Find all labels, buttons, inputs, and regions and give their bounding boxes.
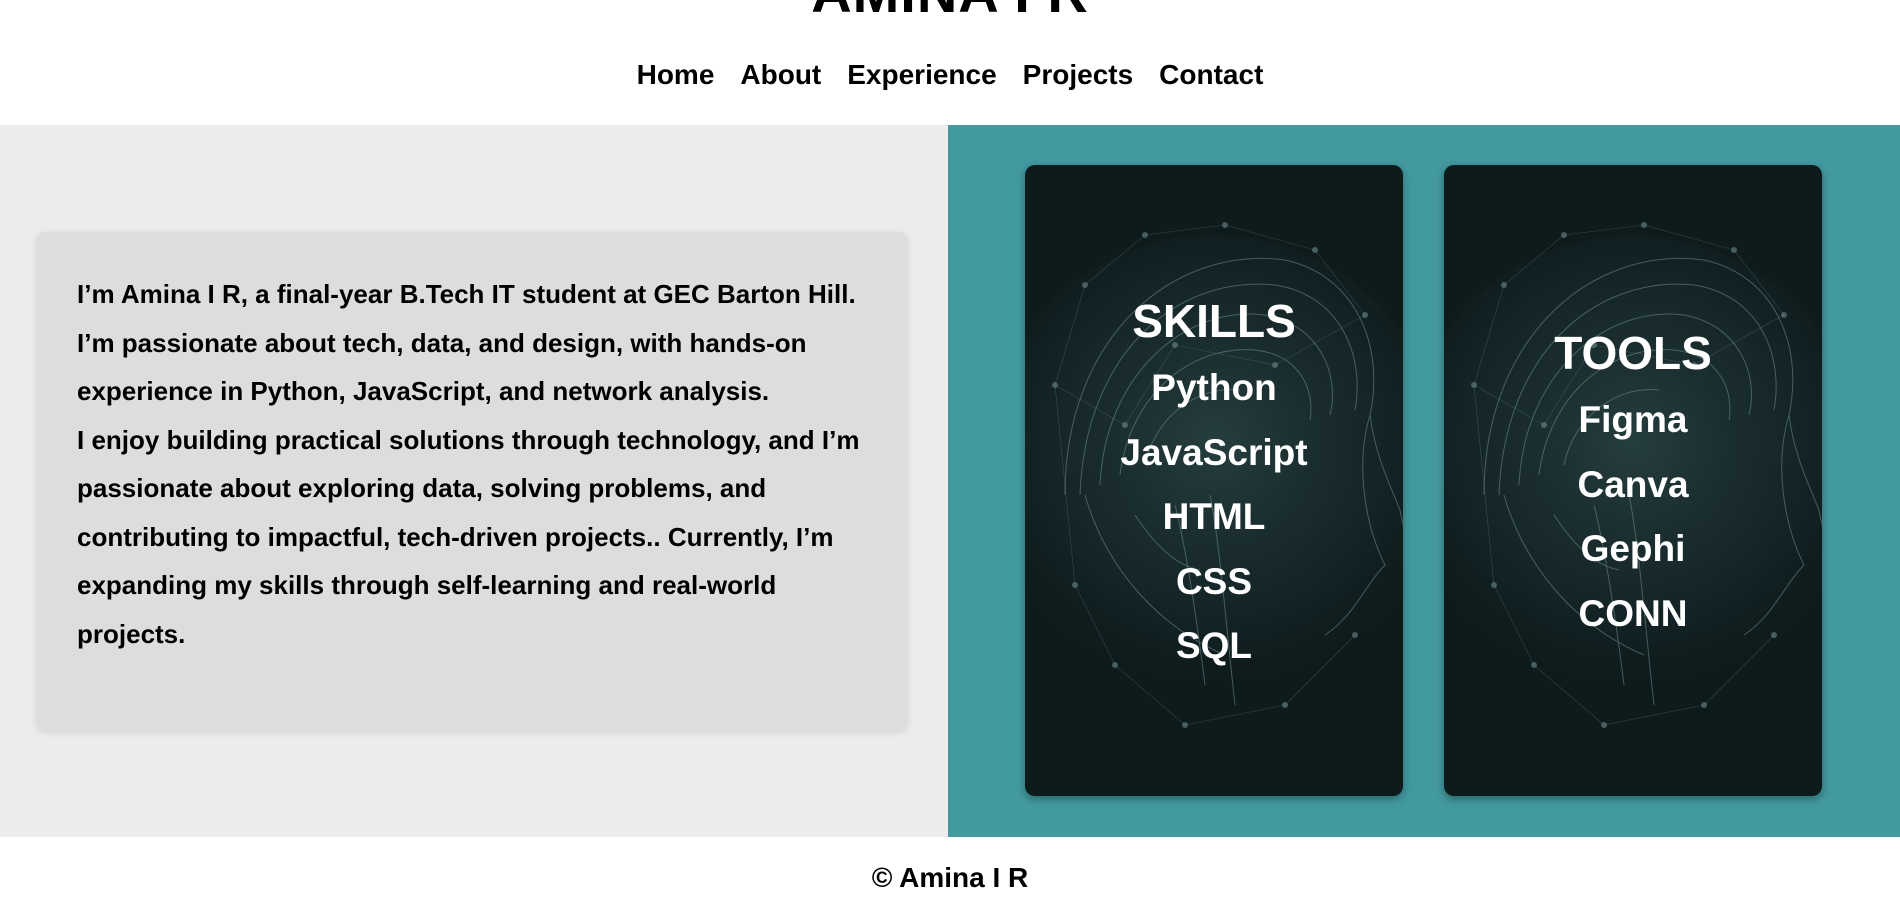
about-card: I’m Amina I R, a final-year B.Tech IT st… bbox=[37, 232, 907, 730]
skill-item: SQL bbox=[1175, 625, 1253, 666]
tool-item: CONN bbox=[1578, 592, 1688, 634]
site-header: AMINA I R Home About Experience Projects… bbox=[0, 0, 1900, 125]
tools-list: TOOLS Figma Canva Gephi CONN bbox=[1444, 322, 1822, 646]
tool-item: Figma bbox=[1578, 399, 1688, 440]
skill-item: HTML bbox=[1162, 496, 1266, 537]
tool-item: Gephi bbox=[1580, 528, 1686, 569]
main-nav: Home About Experience Projects Contact bbox=[0, 58, 1900, 92]
skill-item: Python bbox=[1151, 367, 1277, 408]
about-paragraph-2: I enjoy building practical solutions thr… bbox=[77, 424, 860, 649]
tools-title: TOOLS bbox=[1554, 327, 1712, 379]
skills-title: SKILLS bbox=[1132, 295, 1296, 347]
copyright-text: © Amina I R bbox=[871, 862, 1029, 893]
nav-about[interactable]: About bbox=[740, 58, 821, 92]
tool-item: Canva bbox=[1577, 463, 1689, 505]
nav-experience[interactable]: Experience bbox=[847, 58, 996, 92]
site-title: AMINA I R bbox=[0, 0, 1900, 21]
skills-list: SKILLS Python JavaScript HTML CSS SQL bbox=[1025, 290, 1403, 679]
nav-projects[interactable]: Projects bbox=[1023, 58, 1134, 92]
site-footer: © Amina I R bbox=[0, 837, 1900, 900]
tools-card: TOOLS Figma Canva Gephi CONN bbox=[1444, 165, 1822, 796]
nav-home[interactable]: Home bbox=[637, 58, 715, 92]
skill-item: JavaScript bbox=[1120, 431, 1308, 473]
about-paragraph-1: I’m Amina I R, a final-year B.Tech IT st… bbox=[77, 279, 856, 406]
skill-item: CSS bbox=[1175, 560, 1253, 602]
nav-contact[interactable]: Contact bbox=[1159, 58, 1263, 92]
skills-card: SKILLS Python JavaScript HTML CSS SQL bbox=[1025, 165, 1403, 796]
